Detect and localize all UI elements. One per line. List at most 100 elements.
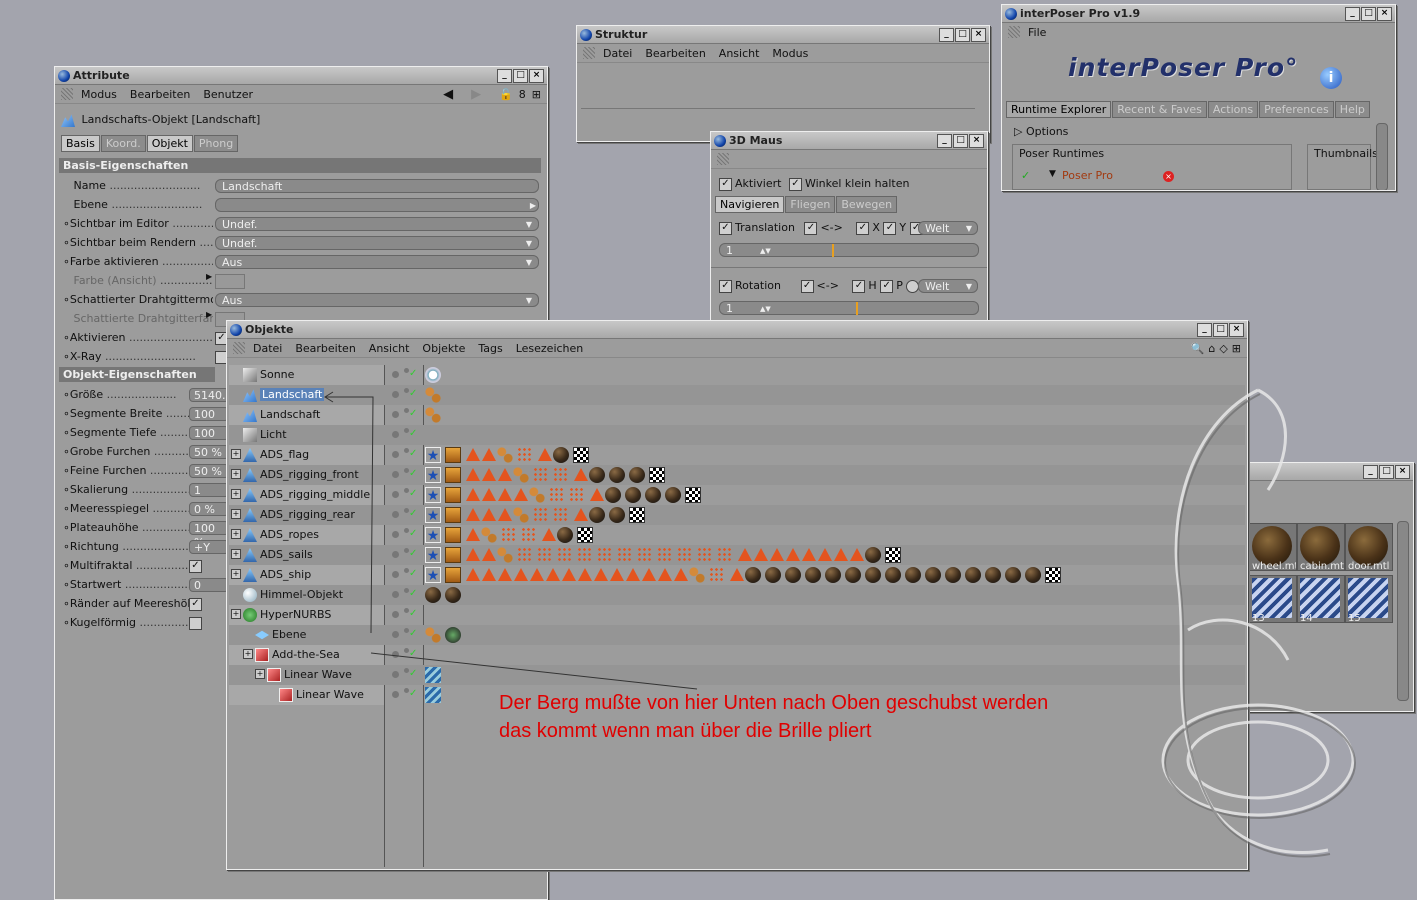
maximize-button[interactable]: □ <box>955 27 970 42</box>
lock-icon[interactable]: 🔓 <box>499 88 513 101</box>
scrollbar[interactable] <box>1397 521 1409 701</box>
close-button[interactable]: × <box>529 68 544 83</box>
attribute-titlebar[interactable]: Attribute _ □ × <box>55 67 547 85</box>
stepper-icon[interactable]: ▲▼ <box>760 302 771 316</box>
tab-preferences[interactable]: Preferences <box>1259 101 1334 118</box>
aktiviert-checkbox[interactable]: ✓ <box>719 177 732 191</box>
p-checkbox[interactable]: ✓ <box>880 279 894 293</box>
basis-field[interactable]: Aus ▼ <box>215 255 539 269</box>
tab-koord[interactable]: Koord. <box>100 135 146 152</box>
bullet-icon: ∘ <box>63 559 70 572</box>
objekt-field[interactable]: 5140.5 <box>189 388 233 402</box>
objekt-field[interactable]: +Y <box>189 540 229 554</box>
expand-arrow-icon[interactable]: ▼ <box>1049 169 1056 179</box>
basis-field[interactable]: Undef. ▼ <box>215 217 539 231</box>
translation-space-select[interactable]: Welt ▼ <box>918 221 978 235</box>
options-row[interactable]: ▷ Options <box>1014 125 1068 138</box>
tab-actions[interactable]: Actions <box>1207 101 1259 118</box>
translation-label: Translation <box>735 221 795 234</box>
menu-bearbeiten[interactable]: Bearbeiten <box>645 47 705 60</box>
rotation-checkbox[interactable]: ✓ <box>719 279 732 293</box>
field-value: 100 <box>194 427 215 440</box>
minimize-button[interactable]: _ <box>1345 6 1360 21</box>
menu-ansicht[interactable]: Ansicht <box>719 47 760 60</box>
tab-bewegen[interactable]: Bewegen <box>836 196 898 213</box>
x-checkbox[interactable]: ✓ <box>856 221 870 235</box>
stepper-icon[interactable]: ▲▼ <box>760 244 771 258</box>
objekt-field[interactable]: 50 % <box>189 445 229 459</box>
minimize-button[interactable]: _ <box>939 27 954 42</box>
rotation-space-select[interactable]: Welt ▼ <box>918 279 978 293</box>
objekt-field[interactable]: 100 <box>189 426 229 440</box>
objekt-field[interactable]: 100 <box>189 407 229 421</box>
objekt-field[interactable]: 0 % <box>189 502 229 516</box>
tab-recent-faves[interactable]: Recent & Faves <box>1112 101 1207 118</box>
new-panel-icon[interactable]: ⊞ <box>532 88 541 101</box>
arrow-button-icon[interactable]: ▶ <box>530 199 536 213</box>
objekt-checkbox[interactable] <box>189 617 202 630</box>
h-checkbox[interactable]: ✓ <box>852 279 866 293</box>
close-button[interactable]: × <box>1395 464 1410 479</box>
menu-bearbeiten[interactable]: Bearbeiten <box>130 88 190 101</box>
close-button[interactable]: × <box>971 27 986 42</box>
runtime-item[interactable]: Poser Pro <box>1062 169 1113 182</box>
objekt-field[interactable]: 1 <box>189 483 229 497</box>
close-button[interactable]: × <box>1377 6 1392 21</box>
tab-fliegen[interactable]: Fliegen <box>785 196 836 213</box>
tab-basis[interactable]: Basis <box>61 135 100 152</box>
menu-datei[interactable]: Datei <box>603 47 632 60</box>
objekt-field[interactable]: 100 % <box>189 521 229 549</box>
objekt-checkbox[interactable]: ✓ <box>189 598 202 611</box>
info-icon[interactable]: i <box>1320 67 1342 89</box>
struktur-titlebar[interactable]: Struktur _ □ × <box>577 26 989 44</box>
rotation-swap-checkbox[interactable]: ✓ <box>800 279 814 293</box>
tab-phong[interactable]: Phong <box>193 135 239 152</box>
basis-field[interactable]: Aus ▼ <box>215 293 539 307</box>
y-label: Y <box>899 221 907 234</box>
translation-checkbox[interactable]: ✓ <box>719 221 732 235</box>
remove-icon[interactable]: × <box>1163 171 1174 182</box>
minimize-button[interactable]: _ <box>497 68 512 83</box>
basis-field[interactable]: Undef. ▼ <box>215 236 539 250</box>
property-label: Aktivieren <box>69 331 126 344</box>
color-swatch[interactable] <box>215 274 245 289</box>
aktiviert-row: ✓ Aktiviert ✓ Winkel klein halten <box>719 177 909 191</box>
objekt-checkbox[interactable]: ✓ <box>189 560 202 573</box>
translation-swap-checkbox[interactable]: ✓ <box>804 221 818 235</box>
maximize-button[interactable]: □ <box>513 68 528 83</box>
menu-modus[interactable]: Modus <box>772 47 808 60</box>
interposer-titlebar[interactable]: interPoser Pro v1.9 _ □ × <box>1002 5 1395 23</box>
tab-help[interactable]: Help <box>1334 101 1370 118</box>
expand-arrow-icon[interactable]: ▶ <box>206 272 212 281</box>
objekt-field[interactable]: 0 <box>189 578 229 592</box>
menu-benutzer[interactable]: Benutzer <box>203 88 253 101</box>
tab-navigieren[interactable]: Navigieren <box>715 196 785 213</box>
expand-arrow-icon[interactable]: ▶ <box>206 310 212 319</box>
link-icon[interactable]: 8 <box>519 88 526 101</box>
interposer-tabs: Runtime Explorer Recent & Faves Actions Pre… <box>1006 101 1371 118</box>
close-button[interactable]: × <box>969 133 984 148</box>
maximize-button[interactable]: □ <box>1379 464 1394 479</box>
scrollbar[interactable] <box>1376 123 1388 190</box>
tab-runtime-explorer[interactable]: Runtime Explorer <box>1006 101 1112 118</box>
winkel-checkbox[interactable]: ✓ <box>788 177 802 191</box>
rotation-slider[interactable]: 1 ▲▼ <box>719 301 979 315</box>
basis-field[interactable]: Landschaft <box>215 179 539 193</box>
slider-marker[interactable] <box>856 302 858 315</box>
property-label: Farbe aktivieren <box>69 255 159 268</box>
menu-file[interactable]: File <box>1028 26 1046 39</box>
struktur-content[interactable] <box>581 68 975 109</box>
3d-maus-titlebar[interactable]: 3D Maus _ □ × <box>711 132 987 150</box>
minimize-button[interactable]: _ <box>937 133 952 148</box>
slider-marker[interactable] <box>832 244 834 257</box>
tab-objekt[interactable]: Objekt <box>146 135 193 152</box>
menu-modus[interactable]: Modus <box>81 88 117 101</box>
maximize-button[interactable]: □ <box>953 133 968 148</box>
y-checkbox[interactable]: ✓ <box>883 221 897 235</box>
maximize-button[interactable]: □ <box>1361 6 1376 21</box>
forward-arrow-icon[interactable]: ▶ <box>471 87 481 102</box>
objekt-field[interactable]: 50 % <box>189 464 229 478</box>
basis-field[interactable]: ▶ <box>215 198 539 212</box>
back-arrow-icon[interactable]: ◀ <box>443 87 453 102</box>
translation-slider[interactable]: 1 ▲▼ <box>719 243 979 257</box>
